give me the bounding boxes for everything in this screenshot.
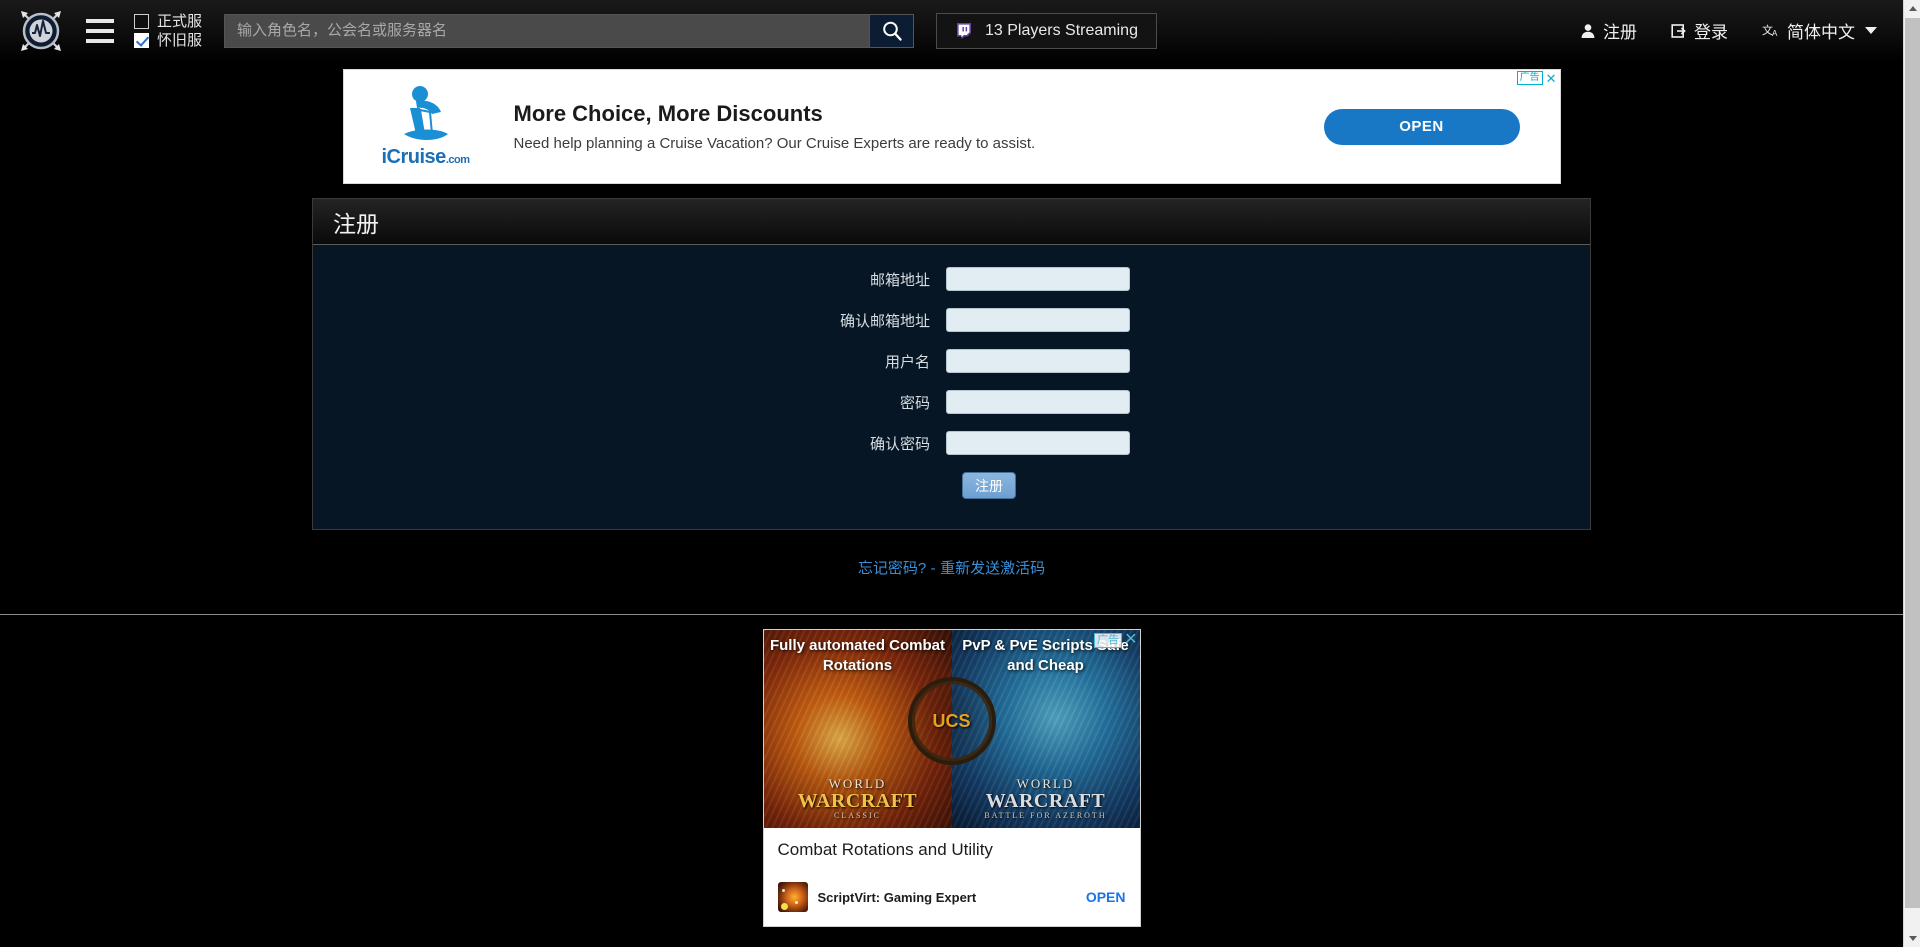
bottom-ad-open-button[interactable]: OPEN [1086,889,1126,905]
password-field[interactable] [946,390,1130,414]
form-row-email: 邮箱地址 [313,267,1590,291]
scroll-up-button[interactable] [1904,0,1920,17]
svg-text:A: A [1772,29,1778,38]
email-field[interactable] [946,267,1130,291]
hamburger-menu-icon[interactable] [82,0,118,62]
icruise-logo: iCruise.com [344,70,494,183]
translate-icon: 文 A [1762,23,1780,39]
page-title: 注册 [333,205,379,239]
close-icon[interactable]: ✕ [1544,72,1559,85]
bottom-ad-card[interactable]: 广告 ✕ Fully automated Combat Rotations Pv… [763,629,1141,927]
top-right-navigation: 注册 登录 文 A 简体中文 [1580,18,1877,43]
twitch-icon [955,22,973,40]
checkbox-unchecked-icon[interactable] [134,14,149,29]
cruise-person-icon [386,84,466,146]
username-field[interactable] [946,349,1130,373]
warcraft-logs-logo-icon [15,5,67,57]
login-nav-label: 登录 [1694,18,1728,43]
form-row-username: 用户名 [313,349,1590,373]
form-row-confirm-email: 确认邮箱地址 [313,308,1590,332]
forgot-password-link[interactable]: 忘记密码? [858,560,926,577]
register-nav-label: 注册 [1603,18,1637,43]
close-icon[interactable]: ✕ [1124,632,1137,648]
chevron-up-icon [1909,6,1917,11]
top-ad-subtext: Need help planning a Cruise Vacation? Ou… [514,135,1324,152]
chevron-down-icon [1909,936,1917,941]
search-input[interactable] [225,15,869,47]
ucs-badge-icon: UCS [908,677,996,765]
top-ad-choices-controls: 广告 ✕ [1517,71,1559,85]
page-scrollbar[interactable] [1903,0,1920,947]
auth-helper-links: 忘记密码? - 重新发送激活码 [0,530,1903,578]
confirm-password-field[interactable] [946,431,1130,455]
language-selector[interactable]: 文 A 简体中文 [1762,18,1877,43]
top-ad-banner[interactable]: 广告 ✕ iCruise.com More Choice, More Disco… [343,69,1561,184]
toggle-retail-label: 正式服 [157,14,202,29]
form-row-password: 密码 [313,390,1590,414]
label-email: 邮箱地址 [313,269,946,290]
links-separator: - [931,560,936,577]
form-actions: 注册 [313,472,1590,499]
bottom-ad-image: Fully automated Combat Rotations PvP & P… [764,630,1140,828]
icruise-brand-suffix: .com [446,154,470,166]
bottom-ad-choices-controls: 广告 ✕ [1094,632,1137,648]
twitch-streaming-button[interactable]: 13 Players Streaming [936,13,1157,49]
bottom-ad-title: Combat Rotations and Utility [764,828,1140,860]
person-icon [1580,23,1596,39]
login-icon [1671,23,1687,39]
resend-activation-link[interactable]: 重新发送激活码 [940,560,1045,577]
icruise-brand-name: iCruise [382,146,446,168]
checkbox-checked-icon[interactable] [134,33,149,48]
form-row-confirm-password: 确认密码 [313,431,1590,455]
label-confirm-password: 确认密码 [313,433,946,454]
main-content: 注册 邮箱地址 确认邮箱地址 用户名 密码 [0,192,1903,927]
hamburger-bar [86,19,114,23]
top-navigation-bar: 正式服 怀旧服 13 Players Stre [0,0,1903,62]
login-nav-link[interactable]: 登录 [1671,18,1728,43]
bottom-ad-footer: ScriptVirt: Gaming Expert OPEN [764,860,1140,926]
scroll-down-button[interactable] [1904,930,1920,947]
toggle-classic-label: 怀旧服 [157,33,202,48]
chevron-down-icon [1865,27,1877,34]
confirm-email-field[interactable] [946,308,1130,332]
server-type-toggles: 正式服 怀旧服 [134,14,202,48]
bottom-ad-app-name: ScriptVirt: Gaming Expert [818,890,977,905]
top-ad-open-button[interactable]: OPEN [1324,109,1520,145]
toggle-classic-server[interactable]: 怀旧服 [134,33,202,48]
bottom-advertisement-zone: 广告 ✕ Fully automated Combat Rotations Pv… [0,615,1903,927]
search-icon [881,20,903,42]
top-ad-copy: More Choice, More Discounts Need help pl… [494,101,1324,152]
register-submit-button[interactable]: 注册 [962,472,1016,499]
top-ad-headline: More Choice, More Discounts [514,101,1324,127]
icruise-brand-text: iCruise.com [382,146,470,169]
top-advertisement-zone: 广告 ✕ iCruise.com More Choice, More Disco… [0,62,1903,192]
register-panel: 注册 邮箱地址 确认邮箱地址 用户名 密码 [312,198,1591,530]
register-panel-header: 注册 [313,199,1590,245]
scrollbar-thumb[interactable] [1905,18,1920,908]
search-button[interactable] [869,15,913,47]
site-logo[interactable] [10,0,72,62]
twitch-streaming-label: 13 Players Streaming [985,22,1138,40]
app-icon [778,882,808,912]
register-nav-link[interactable]: 注册 [1580,18,1637,43]
language-selector-label: 简体中文 [1787,18,1855,43]
toggle-retail-server[interactable]: 正式服 [134,14,202,29]
hamburger-bar [86,39,114,43]
ad-label: 广告 [1517,71,1543,85]
ad-label: 广告 [1094,633,1122,648]
hamburger-bar [86,29,114,33]
page-root: 正式服 怀旧服 13 Players Stre [0,0,1903,947]
label-username: 用户名 [313,351,946,372]
form-actions-spacer [313,472,946,499]
register-form: 邮箱地址 确认邮箱地址 用户名 密码 确认密码 [313,245,1590,529]
label-confirm-email: 确认邮箱地址 [313,310,946,331]
search-bar [224,14,914,48]
label-password: 密码 [313,392,946,413]
